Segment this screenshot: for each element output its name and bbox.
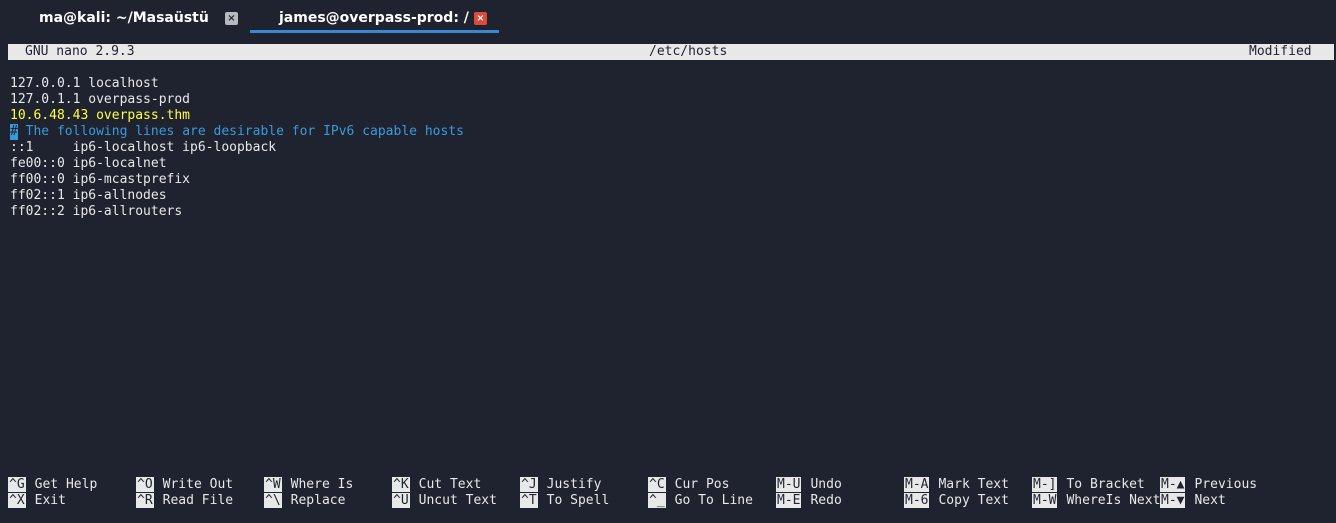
shortcut-redo[interactable]: M-E Redo [776,493,842,509]
shortcut-key: ^W [264,477,282,492]
shortcut-exit[interactable]: ^X Exit [8,493,66,509]
text-cursor: # [10,124,18,140]
shortcut-key: M-E [776,493,802,508]
shortcut-key: M-▼ [1160,493,1186,508]
shortcut-label: Uncut Text [418,493,497,508]
shortcut-label: Next [1194,493,1226,508]
shortcut-previous[interactable]: M-▲ Previous [1160,477,1257,493]
shortcut-label: Replace [290,493,346,508]
shortcut-write-out[interactable]: ^O Write Out [136,477,233,493]
editor-line[interactable]: 127.0.0.1 localhost [10,76,464,92]
shortcut-cur-pos[interactable]: ^C Cur Pos [648,477,729,493]
editor-line[interactable]: ff00::0 ip6-mcastprefix [10,172,464,188]
shortcut-key: M-▲ [1160,477,1186,492]
shortcut-read-file[interactable]: ^R Read File [136,493,233,509]
shortcut-undo[interactable]: M-U Undo [776,477,842,493]
comment-text: The following lines are desirable for IP… [17,124,464,139]
shortcut-key: ^\ [264,493,282,508]
shortcut-key: ^T [520,493,538,508]
editor-line[interactable]: ff02::1 ip6-allnodes [10,188,464,204]
shortcut-where-is[interactable]: ^W Where Is [264,477,353,493]
active-tab-indicator [250,30,499,33]
tab-remote-terminal[interactable]: james@overpass-prod: / × [250,0,499,36]
shortcut-key: ^J [520,477,538,492]
editor-line-text: 10.6.48.43 overpass.thm [10,108,191,123]
shortcut-copy-text[interactable]: M-6 Copy Text [904,493,1009,509]
editor-line-highlighted[interactable]: 10.6.48.43 overpass.thm [10,108,464,124]
tab-title: ma@kali: ~/Masaüstü [39,10,209,26]
terminal-tab-bar: ma@kali: ~/Masaüstü × james@overpass-pro… [0,0,1336,40]
shortcut-label: Get Help [34,477,98,492]
shortcut-label: Cut Text [418,477,482,492]
shortcut-label: Copy Text [938,493,1009,508]
shortcut-go-to-line[interactable]: ^_ Go To Line [648,493,753,509]
shortcut-key: ^U [392,493,410,508]
editor-line[interactable]: ::1 ip6-localhost ip6-loopback [10,140,464,156]
shortcut-label: To Bracket [1066,477,1145,492]
shortcut-key: M-A [904,477,930,492]
shortcut-replace[interactable]: ^\ Replace [264,493,345,509]
shortcut-label: Where Is [290,477,354,492]
nano-version: GNU nano 2.9.3 [25,44,135,59]
shortcut-key: M-6 [904,493,930,508]
shortcut-uncut-text[interactable]: ^U Uncut Text [392,493,497,509]
tab-local-terminal[interactable]: ma@kali: ~/Masaüstü × [39,0,249,36]
shortcut-key: ^O [136,477,154,492]
shortcut-key: M-W [1032,493,1058,508]
shortcut-next[interactable]: M-▼ Next [1160,493,1226,509]
shortcut-label: Justify [546,477,602,492]
shortcut-to-spell[interactable]: ^T To Spell [520,493,609,509]
shortcut-label: To Spell [546,493,610,508]
shortcut-label: Previous [1194,477,1258,492]
shortcut-label: Undo [810,477,842,492]
shortcut-label: Read File [162,493,234,508]
shortcut-label: Go To Line [674,493,753,508]
close-icon[interactable]: × [474,12,487,25]
shortcut-label: Cur Pos [674,477,730,492]
shortcut-cut-text[interactable]: ^K Cut Text [392,477,481,493]
shortcut-key: ^X [8,493,26,508]
shortcut-to-bracket[interactable]: M-] To Bracket [1032,477,1145,493]
file-name: /etc/hosts [649,44,728,59]
close-icon[interactable]: × [225,12,238,25]
shortcut-key: M-U [776,477,802,492]
shortcut-mark-text[interactable]: M-A Mark Text [904,477,1009,493]
shortcut-label: Exit [34,493,66,508]
shortcut-whereis-next[interactable]: M-W WhereIs Next [1032,493,1160,509]
shortcut-key: ^C [648,477,666,492]
editor-line[interactable]: ff02::2 ip6-allrouters [10,204,464,220]
shortcut-key: ^K [392,477,410,492]
shortcut-key: ^_ [648,493,666,508]
editor-line[interactable]: fe00::0 ip6-localnet [10,156,464,172]
shortcut-key: M-] [1032,477,1058,492]
shortcut-key: ^R [136,493,154,508]
editor-line[interactable]: 127.0.1.1 overpass-prod [10,92,464,108]
shortcut-label: Redo [810,493,842,508]
nano-title-bar: GNU nano 2.9.3 /etc/hosts Modified [8,44,1334,60]
shortcut-key: ^G [8,477,26,492]
editor-line-comment[interactable]: # The following lines are desirable for … [10,124,464,140]
tab-title: james@overpass-prod: / [279,10,469,26]
modified-status: Modified [1249,44,1312,59]
shortcut-label: Mark Text [938,477,1009,492]
shortcut-justify[interactable]: ^J Justify [520,477,601,493]
shortcut-label: WhereIs Next [1066,493,1161,508]
editor-buffer[interactable]: 127.0.0.1 localhost 127.0.1.1 overpass-p… [10,76,464,220]
shortcut-label: Write Out [162,477,234,492]
shortcut-get-help[interactable]: ^G Get Help [8,477,97,493]
